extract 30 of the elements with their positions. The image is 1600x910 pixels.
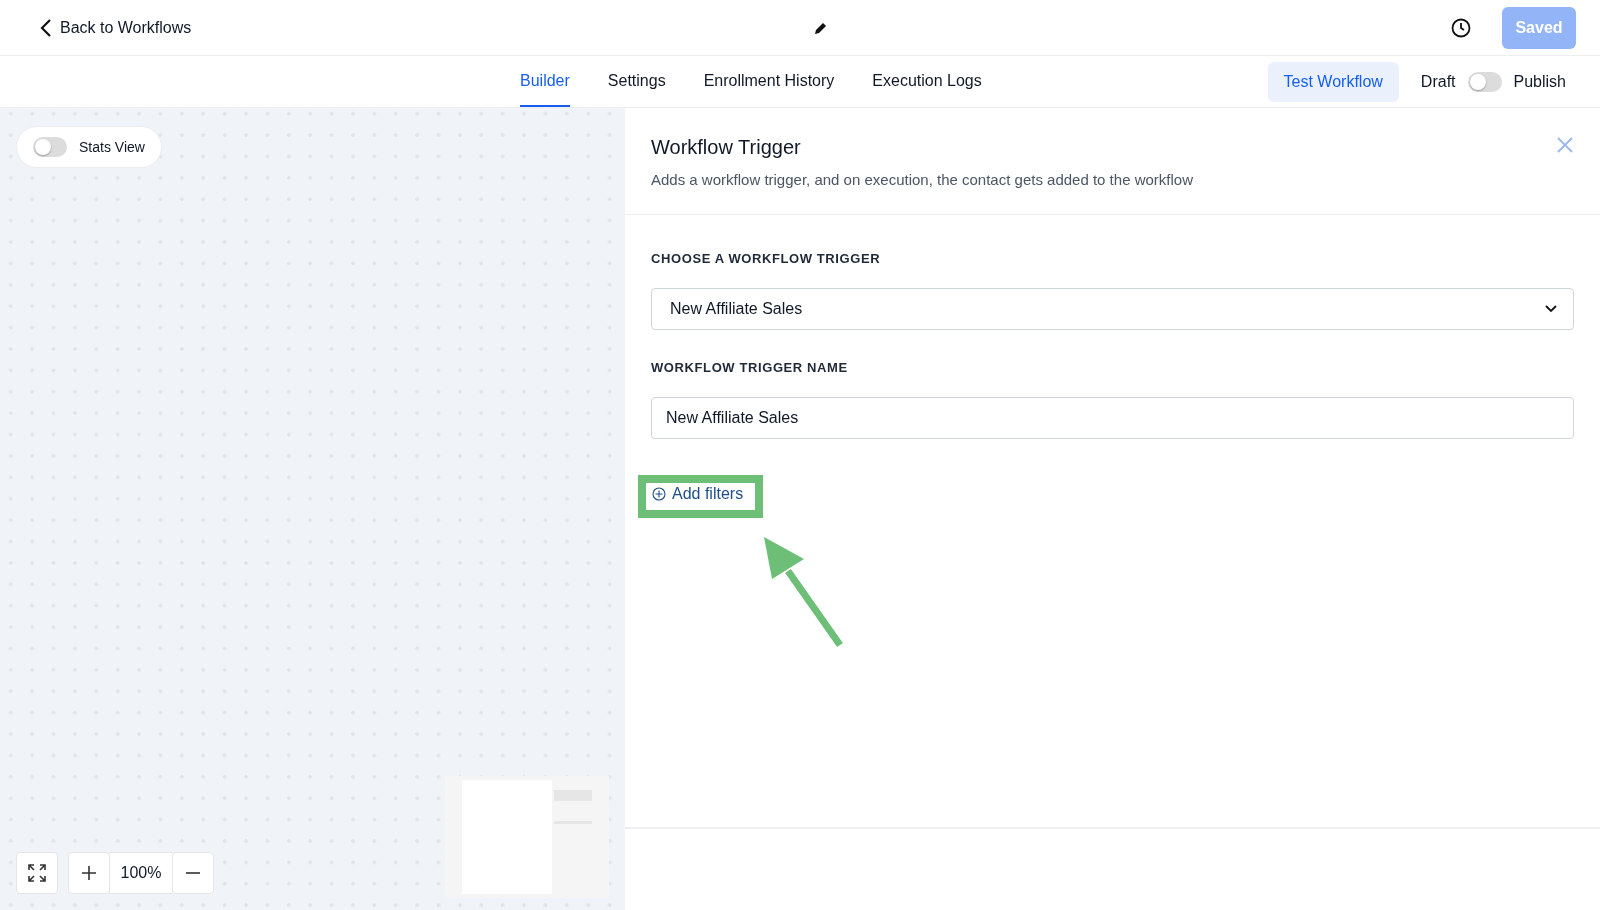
zoom-out-button[interactable] — [172, 852, 214, 894]
chevron-down-icon — [1545, 305, 1557, 313]
fit-view-button[interactable] — [16, 852, 58, 894]
history-icon[interactable] — [1450, 16, 1472, 39]
publish-label: Publish — [1513, 72, 1566, 91]
panel-title: Workflow Trigger — [651, 136, 802, 159]
back-link[interactable]: Back to Workflows — [40, 17, 192, 38]
trigger-name-field[interactable]: New Affiliate Sales — [651, 397, 1574, 439]
trigger-select[interactable]: New Affiliate Sales — [651, 288, 1574, 330]
zoom-in-button[interactable] — [68, 852, 110, 894]
minus-icon — [185, 872, 201, 874]
plus-icon — [81, 865, 97, 881]
stats-view-toggle[interactable] — [33, 137, 67, 157]
tab[interactable]: Enrollment History — [703, 56, 835, 107]
publish-toggle[interactable] — [1467, 71, 1502, 92]
tab[interactable]: Settings — [607, 56, 666, 107]
field-label: CHOOSE A WORKFLOW TRIGGER — [651, 251, 882, 266]
tab[interactable]: Execution Logs — [872, 56, 982, 107]
test-workflow-button[interactable]: Test Workflow — [1267, 61, 1399, 102]
pencil-icon[interactable] — [813, 20, 828, 35]
expand-icon — [27, 863, 47, 883]
plus-circle-icon — [652, 487, 666, 501]
zoom-level: 100% — [110, 852, 172, 894]
chevron-left-icon — [40, 17, 52, 38]
minimap[interactable] — [445, 776, 609, 898]
panel-description: Adds a workflow trigger, and on execution, the contact gets added to the workflow — [651, 171, 1194, 188]
field-label: WORKFLOW TRIGGER NAME — [651, 360, 849, 375]
add-filters-button[interactable]: Add filters — [652, 485, 744, 503]
stats-view-label: Stats View — [79, 139, 145, 155]
draft-label: Draft — [1420, 72, 1456, 91]
